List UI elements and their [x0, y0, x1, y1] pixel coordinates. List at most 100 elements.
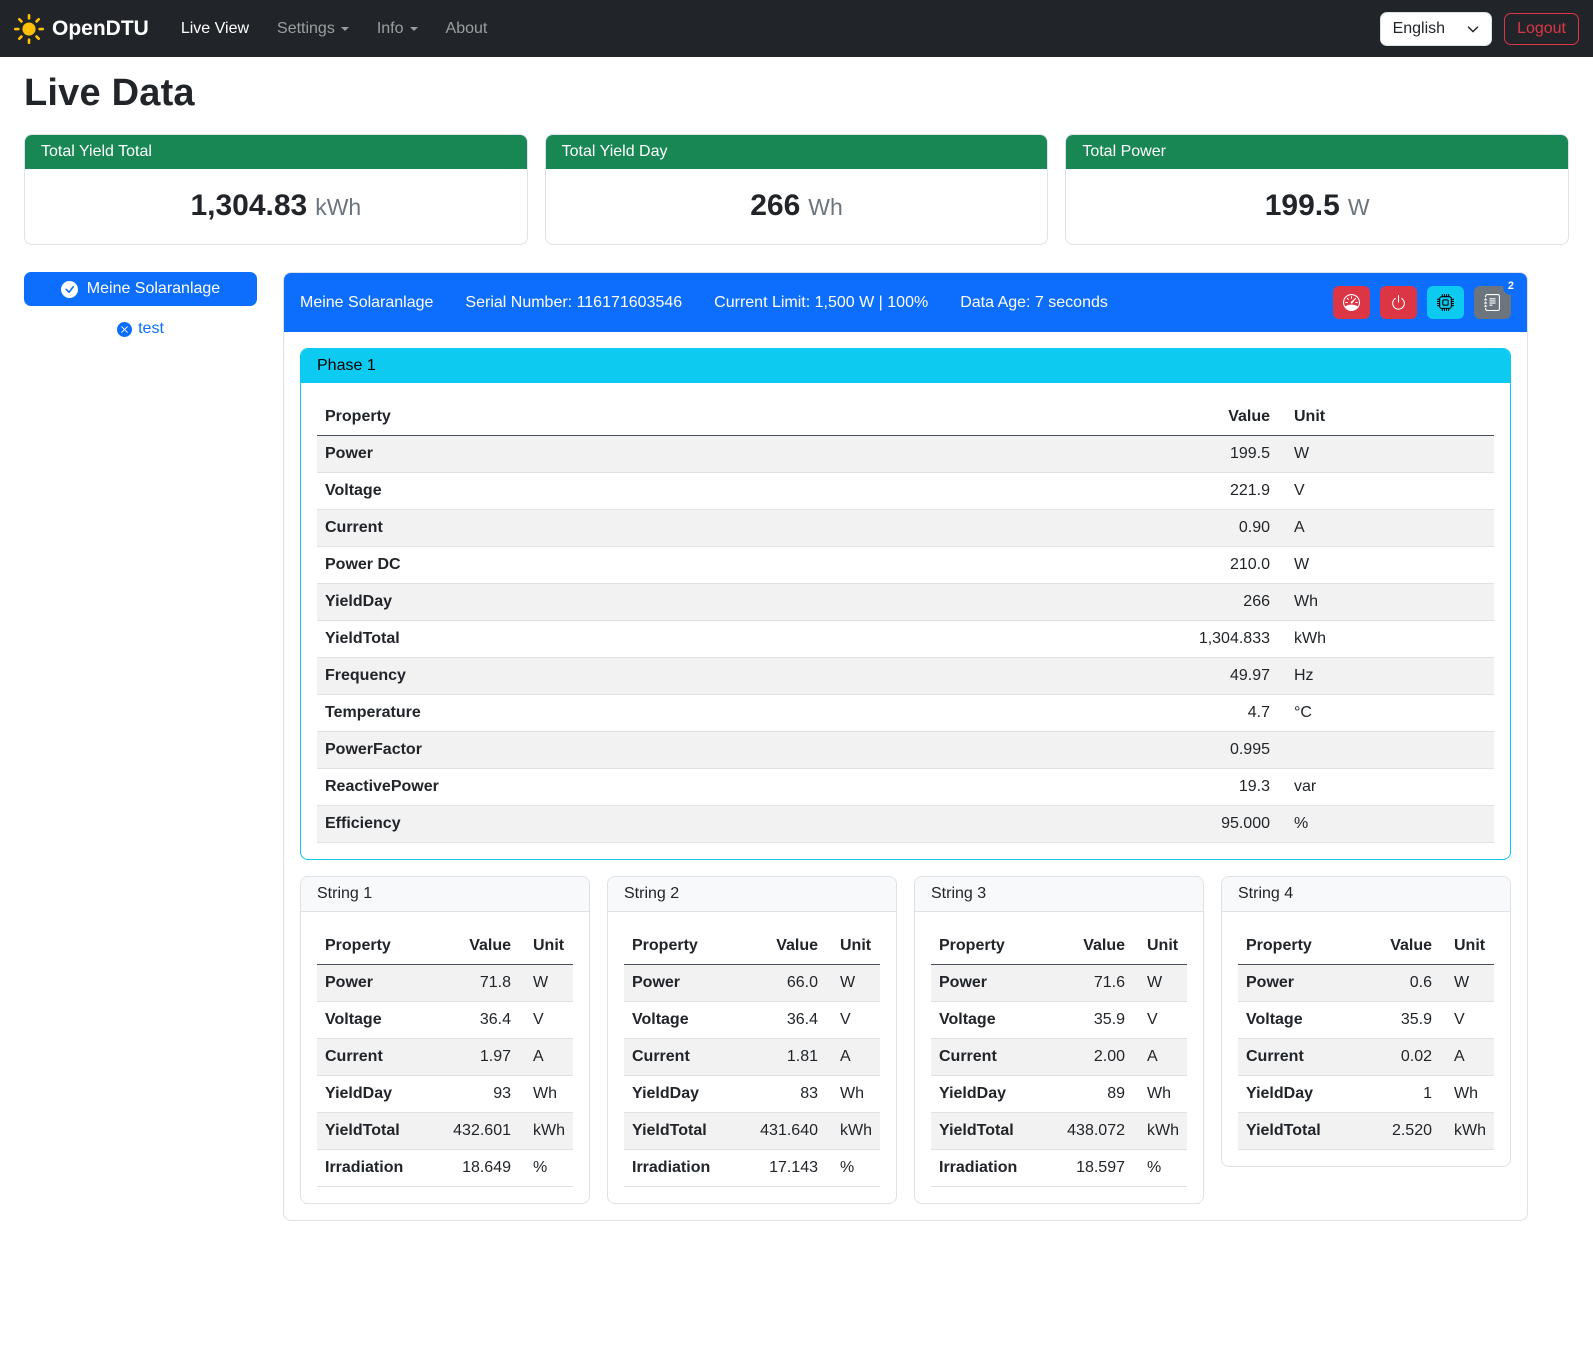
- language-value: English: [1393, 20, 1445, 38]
- sun-logo-icon: [14, 14, 44, 44]
- property-cell: Voltage: [317, 1002, 443, 1039]
- unit-cell: A: [519, 1039, 573, 1076]
- property-cell: YieldTotal: [317, 1113, 443, 1150]
- property-cell: Current: [931, 1039, 1057, 1076]
- value-cell: 71.8: [443, 965, 519, 1002]
- nav-settings-label: Settings: [277, 20, 335, 37]
- value-cell: 93: [443, 1076, 519, 1113]
- table-row: ReactivePower19.3var: [317, 769, 1494, 806]
- unit-cell: %: [826, 1150, 880, 1187]
- nav-settings-dropdown[interactable]: Settings: [263, 12, 363, 46]
- value-cell: 19.3: [1178, 769, 1278, 806]
- unit-cell: W: [1440, 965, 1494, 1002]
- table-row: YieldDay1Wh: [1238, 1076, 1494, 1113]
- value-cell: 199.5: [1178, 436, 1278, 473]
- unit-cell: W: [1133, 965, 1187, 1002]
- inverter-card-body: Phase 1 Property Value Unit: [284, 332, 1527, 1220]
- value-cell: 1: [1364, 1076, 1440, 1113]
- string-title: String 3: [915, 877, 1203, 912]
- col-property: Property: [1238, 928, 1364, 965]
- string-card-4: String 4 Property Value Unit: [1221, 876, 1511, 1167]
- unit-cell: V: [1278, 473, 1494, 510]
- event-count-badge: 2: [1503, 278, 1519, 295]
- string-title: String 1: [301, 877, 589, 912]
- speedometer-icon: [1343, 294, 1360, 311]
- phase-body: Property Value Unit Power199.5W Voltage2…: [301, 383, 1510, 859]
- col-value: Value: [1364, 928, 1440, 965]
- value-cell: 83: [750, 1076, 826, 1113]
- table-header-row: Property Value Unit: [317, 928, 573, 965]
- property-cell: Power: [1238, 965, 1364, 1002]
- value-cell: 0.6: [1364, 965, 1440, 1002]
- table-row: Power66.0W: [624, 965, 880, 1002]
- table-row: Current1.97A: [317, 1039, 573, 1076]
- string-table: Property Value Unit Power0.6W Voltage35.…: [1238, 928, 1494, 1150]
- limit-settings-button[interactable]: [1333, 286, 1370, 319]
- table-row: YieldTotal431.640kWh: [624, 1113, 880, 1150]
- table-row: YieldTotal2.520kWh: [1238, 1113, 1494, 1150]
- value-cell: 35.9: [1057, 1002, 1133, 1039]
- table-row: Efficiency95.000%: [317, 806, 1494, 843]
- table-header-row: Property Value Unit: [931, 928, 1187, 965]
- property-cell: Current: [317, 1039, 443, 1076]
- inverter-select-meine-solaranlage[interactable]: Meine Solaranlage: [24, 272, 257, 306]
- inverter-name: Meine Solaranlage: [300, 294, 433, 312]
- value-cell: 49.97: [1178, 658, 1278, 695]
- value-cell: 438.072: [1057, 1113, 1133, 1150]
- device-info-button[interactable]: [1427, 286, 1464, 319]
- property-cell: Current: [1238, 1039, 1364, 1076]
- unit-cell: Wh: [1278, 584, 1494, 621]
- page-title: Live Data: [24, 72, 1569, 115]
- col-property: Property: [931, 928, 1057, 965]
- nav-live-view[interactable]: Live View: [167, 12, 263, 46]
- value-cell: 4.7: [1178, 695, 1278, 732]
- unit-cell: V: [1440, 1002, 1494, 1039]
- table-row: YieldDay266Wh: [317, 584, 1494, 621]
- property-cell: ReactivePower: [317, 769, 1178, 806]
- property-cell: YieldTotal: [1238, 1113, 1364, 1150]
- event-log-button[interactable]: 2: [1474, 286, 1511, 319]
- col-value: Value: [1057, 928, 1133, 965]
- value-cell: 0.995: [1178, 732, 1278, 769]
- page-container: Live Data Total Yield Total 1,304.83kWh …: [0, 72, 1593, 1221]
- col-property: Property: [317, 928, 443, 965]
- unit-cell: A: [1278, 510, 1494, 547]
- value-cell: 71.6: [1057, 965, 1133, 1002]
- inverter-data-age: Data Age: 7 seconds: [960, 294, 1108, 312]
- nav-about[interactable]: About: [432, 12, 502, 46]
- string-table: Property Value Unit Power71.8W Voltage36…: [317, 928, 573, 1187]
- brand[interactable]: OpenDTU: [14, 14, 149, 44]
- unit-cell: W: [1278, 547, 1494, 584]
- property-cell: Current: [624, 1039, 750, 1076]
- chevron-down-icon: [410, 27, 418, 31]
- col-unit: Unit: [1440, 928, 1494, 965]
- inverter-select-test[interactable]: test: [24, 320, 257, 338]
- col-unit: Unit: [1278, 399, 1494, 436]
- unit-cell: kWh: [1278, 621, 1494, 658]
- logout-button[interactable]: Logout: [1504, 13, 1579, 45]
- unit-cell: kWh: [826, 1113, 880, 1150]
- unit-cell: var: [1278, 769, 1494, 806]
- property-cell: Power: [931, 965, 1057, 1002]
- property-cell: Irradiation: [624, 1150, 750, 1187]
- property-cell: Voltage: [1238, 1002, 1364, 1039]
- cpu-icon: [1437, 294, 1454, 311]
- property-cell: Irradiation: [317, 1150, 443, 1187]
- power-button[interactable]: [1380, 286, 1417, 319]
- unit-cell: A: [1440, 1039, 1494, 1076]
- table-row: Current1.81A: [624, 1039, 880, 1076]
- table-header-row: Property Value Unit: [1238, 928, 1494, 965]
- value-cell: 210.0: [1178, 547, 1278, 584]
- nav-info-dropdown[interactable]: Info: [363, 12, 432, 46]
- phase-table: Property Value Unit Power199.5W Voltage2…: [317, 399, 1494, 843]
- summary-card-title: Total Power: [1066, 135, 1568, 169]
- string-card-2: String 2 Property Value Unit: [607, 876, 897, 1204]
- col-unit: Unit: [826, 928, 880, 965]
- summary-row: Total Yield Total 1,304.83kWh Total Yiel…: [24, 134, 1569, 245]
- language-select[interactable]: English: [1380, 12, 1492, 46]
- property-cell: Voltage: [624, 1002, 750, 1039]
- table-row: Irradiation17.143%: [624, 1150, 880, 1187]
- unit-cell: A: [1133, 1039, 1187, 1076]
- unit-cell: %: [1278, 806, 1494, 843]
- phase-card: Phase 1 Property Value Unit: [300, 348, 1511, 860]
